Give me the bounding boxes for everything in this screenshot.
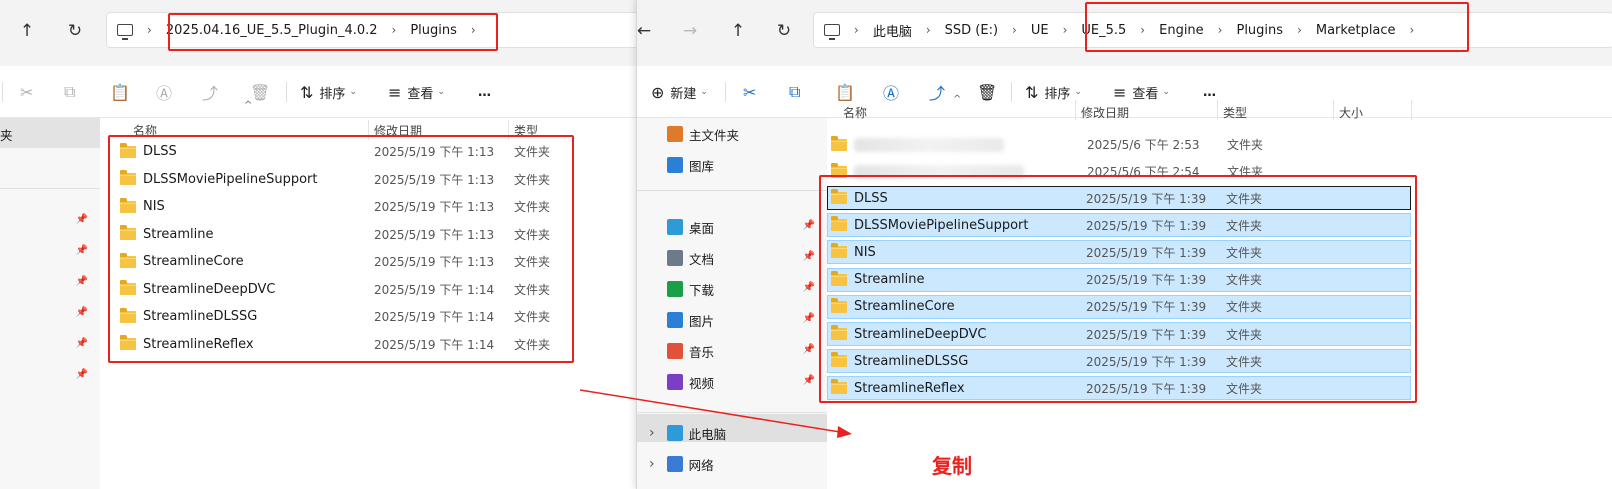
arrow-head [837,426,852,438]
copy-arrow-annotation [579,389,852,438]
copy-annotation-label: 复制 [932,454,972,478]
arrow-line [579,389,841,433]
